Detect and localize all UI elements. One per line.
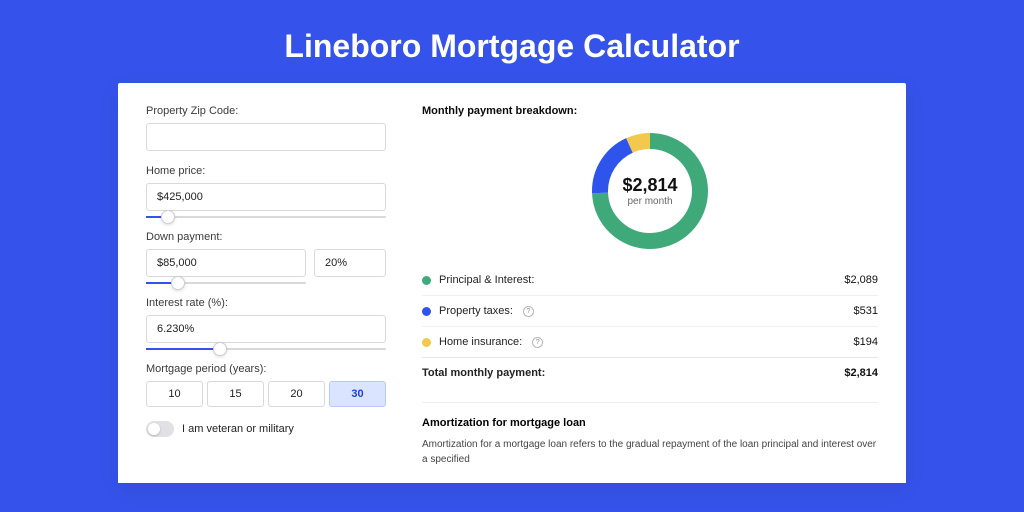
veteran-toggle[interactable] — [146, 421, 174, 437]
donut-amount: $2,814 — [622, 175, 677, 196]
form-column: Property Zip Code: Home price: Down paym… — [146, 105, 386, 483]
legend-value: $531 — [854, 305, 878, 317]
period-label: Mortgage period (years): — [146, 363, 386, 375]
legend-total-row: Total monthly payment: $2,814 — [422, 357, 878, 388]
breakdown-column: Monthly payment breakdown: $2,814 per mo… — [422, 105, 878, 483]
down-slider[interactable] — [146, 282, 306, 284]
donut-center: $2,814 per month — [586, 127, 714, 255]
legend-label: Principal & Interest: — [439, 274, 534, 286]
page-title: Lineboro Mortgage Calculator — [0, 0, 1024, 83]
total-value: $2,814 — [844, 367, 878, 379]
period-btn-15[interactable]: 15 — [207, 381, 264, 407]
period-field: Mortgage period (years): 10152030 — [146, 363, 386, 407]
legend: Principal & Interest: $2,089 Property taxe… — [422, 265, 878, 357]
price-slider-thumb[interactable] — [161, 210, 175, 224]
period-btn-10[interactable]: 10 — [146, 381, 203, 407]
legend-value: $2,089 — [844, 274, 878, 286]
period-btn-20[interactable]: 20 — [268, 381, 325, 407]
period-btn-30[interactable]: 30 — [329, 381, 386, 407]
legend-value: $194 — [854, 336, 878, 348]
calculator-card: Property Zip Code: Home price: Down paym… — [118, 83, 906, 483]
zip-input[interactable] — [146, 123, 386, 151]
rate-input[interactable] — [146, 315, 386, 343]
zip-field: Property Zip Code: — [146, 105, 386, 151]
legend-dot-icon — [422, 276, 431, 285]
down-slider-thumb[interactable] — [171, 276, 185, 290]
donut-wrap: $2,814 per month — [422, 127, 878, 255]
legend-dot-icon — [422, 338, 431, 347]
period-group: 10152030 — [146, 381, 386, 407]
info-icon[interactable]: ? — [523, 306, 534, 317]
payment-donut-chart: $2,814 per month — [586, 127, 714, 255]
amortization-text: Amortization for a mortgage loan refers … — [422, 437, 878, 467]
legend-row: Property taxes:? $531 — [422, 295, 878, 326]
total-label: Total monthly payment: — [422, 367, 545, 379]
veteran-row: I am veteran or military — [146, 421, 386, 437]
rate-slider-fill — [146, 348, 220, 350]
down-percent-input[interactable] — [314, 249, 386, 277]
down-label: Down payment: — [146, 231, 386, 243]
price-slider[interactable] — [146, 216, 386, 218]
price-label: Home price: — [146, 165, 386, 177]
rate-label: Interest rate (%): — [146, 297, 386, 309]
amortization-title: Amortization for mortgage loan — [422, 402, 878, 429]
legend-dot-icon — [422, 307, 431, 316]
down-amount-input[interactable] — [146, 249, 306, 277]
legend-row: Principal & Interest: $2,089 — [422, 265, 878, 295]
info-icon[interactable]: ? — [532, 337, 543, 348]
legend-label: Home insurance: — [439, 336, 522, 348]
price-input[interactable] — [146, 183, 386, 211]
zip-label: Property Zip Code: — [146, 105, 386, 117]
rate-slider[interactable] — [146, 348, 386, 350]
breakdown-title: Monthly payment breakdown: — [422, 105, 878, 117]
legend-label: Property taxes: — [439, 305, 513, 317]
legend-row: Home insurance:? $194 — [422, 326, 878, 357]
rate-field: Interest rate (%): — [146, 297, 386, 343]
price-field: Home price: — [146, 165, 386, 211]
down-field: Down payment: — [146, 231, 386, 277]
rate-slider-thumb[interactable] — [213, 342, 227, 356]
donut-sub: per month — [627, 196, 672, 207]
veteran-label: I am veteran or military — [182, 423, 294, 435]
